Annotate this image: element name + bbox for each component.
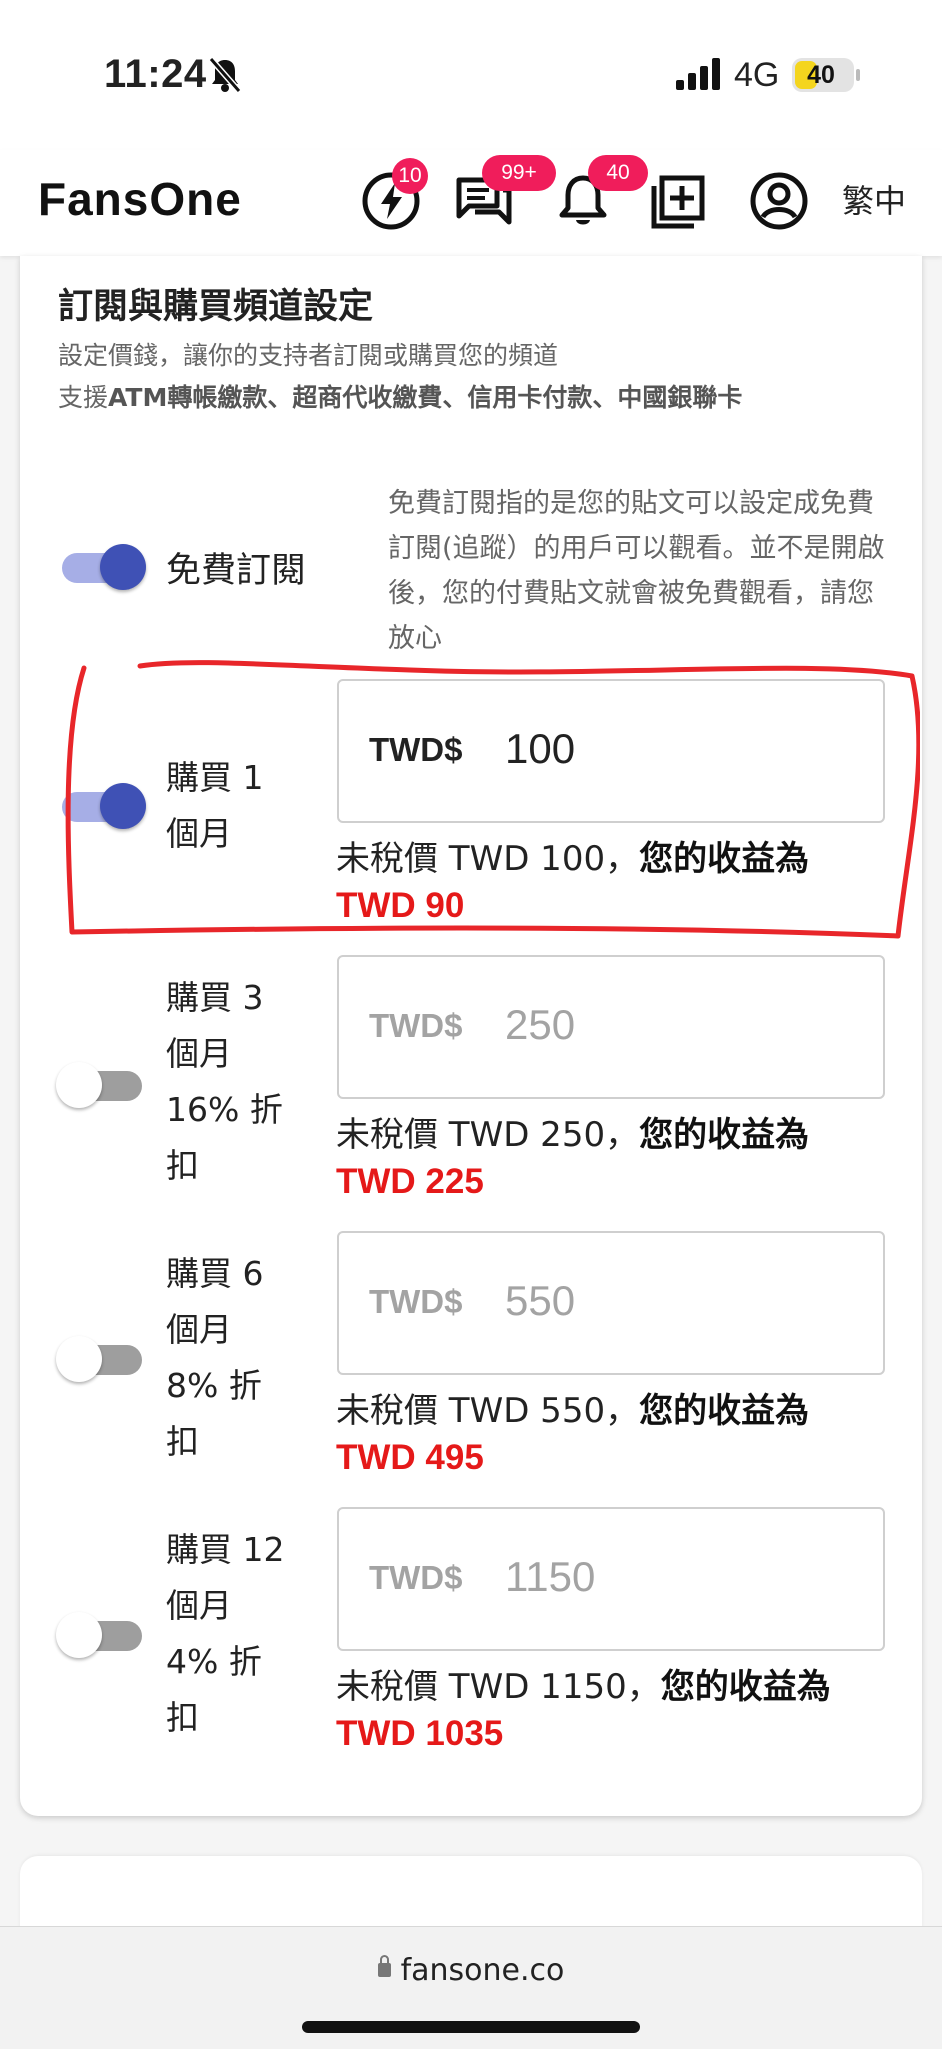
payment-methods: 支援ATM轉帳繳款、超商代收繳費、信用卡付款、中國銀聯卡 (58, 383, 743, 412)
browser-address-bar[interactable]: fansone.co (0, 1926, 942, 2049)
plan-6-month-tax-line: 未稅價 TWD 550，您的收益為 (336, 1391, 810, 1431)
add-post-icon[interactable] (648, 170, 710, 232)
url-text: fansone.co (400, 1953, 565, 1988)
free-subscription-label: 免費訂閱 (166, 551, 307, 591)
messages-badge: 99+ (482, 155, 556, 191)
plan-6-month-label: 購買 6 個月 8% 折 扣 (166, 1254, 264, 1461)
notifications-badge: 40 (588, 155, 648, 191)
silent-mode-icon (208, 57, 242, 93)
plan-3-month-toggle[interactable] (56, 1062, 146, 1108)
language-switch[interactable]: 繁中 (842, 176, 906, 222)
flash-badge: 10 (392, 158, 428, 194)
plan-6-month-earnings: TWD 495 (336, 1438, 484, 1477)
plan-12-month-earnings: TWD 1035 (336, 1714, 504, 1753)
section-description: 設定價錢，讓你的支持者訂閱或購買您的頻道 (58, 341, 559, 370)
plan-12-month-label: 購買 12 個月 4% 折 扣 (166, 1530, 285, 1737)
app-header: FansOne 10 99+ 40 繁中 (0, 150, 942, 256)
plan-12-month-price-input[interactable]: TWD$ 1150 (337, 1507, 885, 1651)
free-subscription-toggle[interactable] (56, 544, 146, 590)
network-type: 4G (734, 56, 780, 94)
status-bar: 11:24 4G 40 (0, 0, 942, 150)
clock: 11:24 (104, 52, 207, 96)
plan-1-month-toggle[interactable] (56, 783, 146, 829)
battery-percent: 40 (807, 61, 835, 89)
plan-1-month-tax-line: 未稅價 TWD 100，您的收益為 (336, 839, 810, 879)
battery-icon: 40 (792, 58, 860, 92)
home-indicator[interactable] (302, 2021, 640, 2033)
plan-12-month-tax-line: 未稅價 TWD 1150，您的收益為 (336, 1667, 831, 1707)
free-subscription-note: 免費訂閱指的是您的貼文可以設定成免費訂閱(追蹤）的用戶可以觀看。並不是開啟後，您… (388, 488, 885, 654)
subscription-settings-card: 訂閱與購買頻道設定 設定價錢，讓你的支持者訂閱或購買您的頻道 支援ATM轉帳繳款… (20, 256, 922, 1816)
lock-icon (377, 1954, 391, 1977)
plan-3-month-tax-line: 未稅價 TWD 250，您的收益為 (336, 1115, 810, 1155)
plan-6-month-price-input[interactable]: TWD$ 550 (337, 1231, 885, 1375)
plan-3-month-earnings: TWD 225 (336, 1162, 484, 1201)
section-title: 訂閱與購買頻道設定 (58, 287, 374, 327)
plan-6-month-toggle[interactable] (56, 1336, 146, 1382)
profile-icon[interactable] (748, 170, 810, 232)
plan-3-month-label: 購買 3 個月 16% 折 扣 (166, 978, 283, 1185)
fansone-logo[interactable]: FansOne (38, 172, 242, 226)
plan-1-month-label: 購買 1 個月 (166, 758, 264, 853)
plan-1-month-price-input[interactable]: TWD$ 100 (337, 679, 885, 823)
plan-1-month-earnings: TWD 90 (336, 886, 465, 925)
plan-12-month-toggle[interactable] (56, 1612, 146, 1658)
cellular-signal-icon (676, 58, 720, 90)
plan-3-month-price-input[interactable]: TWD$ 250 (337, 955, 885, 1099)
